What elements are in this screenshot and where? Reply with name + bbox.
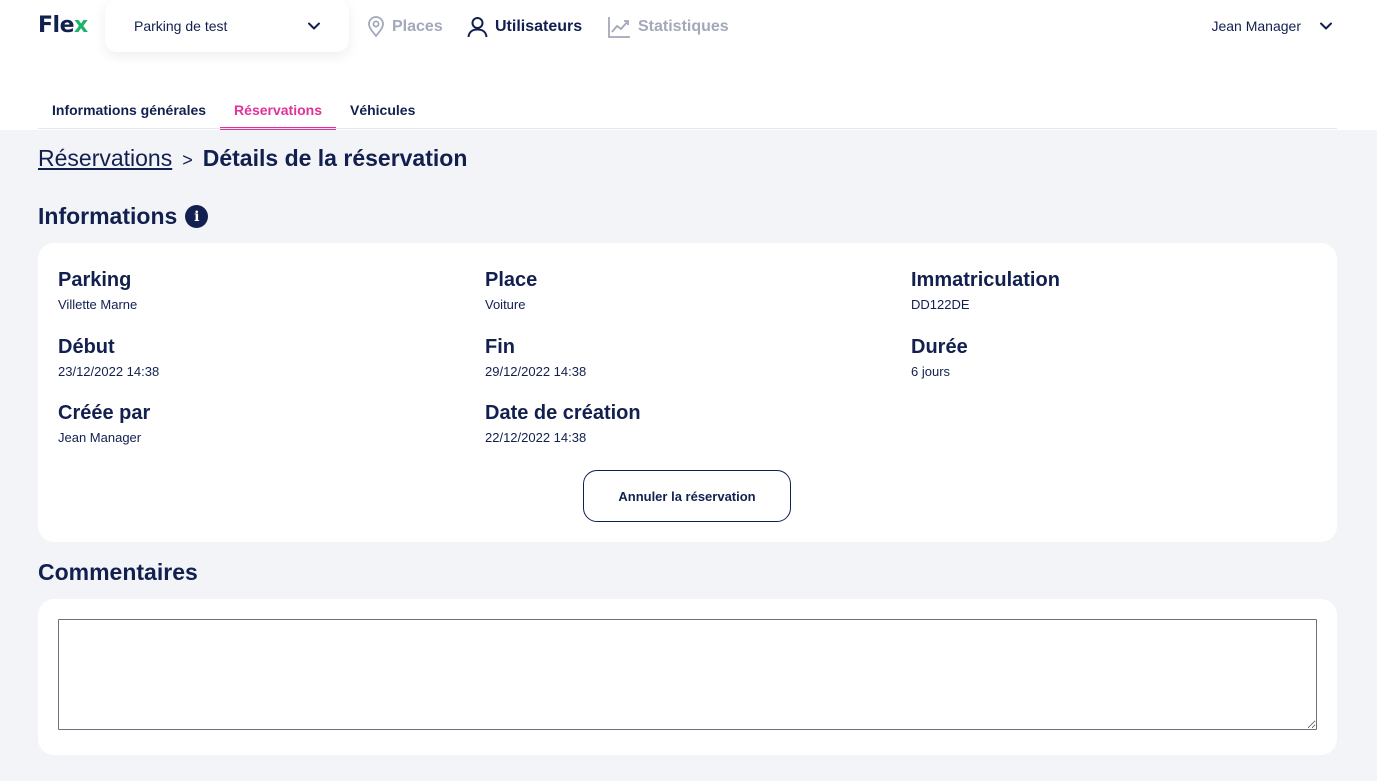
field-label: Date de création [485,402,641,424]
breadcrumb-link-reservations[interactable]: Réservations [38,145,172,172]
breadcrumb-separator: > [182,150,193,170]
section-tabs: Informations générales Réservations Véhi… [38,92,429,130]
location-pin-icon [368,16,384,38]
field-debut: Début 23/12/2022 14:38 [58,335,159,380]
top-bar: Flex Parking de test Places Utilisateurs… [0,0,1377,130]
field-label: Créée par [58,402,151,424]
commentaires-heading: Commentaires [38,559,198,586]
tab-reservations[interactable]: Réservations [220,92,336,130]
logo-accent: x [74,13,88,38]
field-value: DD122DE [911,297,970,312]
field-parking: Parking Villette Marne [58,268,137,313]
tab-vehicules[interactable]: Véhicules [336,92,429,130]
comment-textarea[interactable] [58,619,1317,730]
field-value: 23/12/2022 14:38 [58,364,160,379]
field-value: 29/12/2022 14:38 [485,364,587,379]
commentaires-card [38,599,1337,755]
field-label: Fin [485,336,515,358]
user-icon [467,17,488,38]
chevron-down-icon [1320,22,1332,30]
field-duree: Durée 6 jours [911,335,968,380]
nav-places[interactable]: Places [367,14,443,40]
nav-statistiques-label: Statistiques [638,18,729,35]
field-label: Parking [58,269,132,291]
breadcrumb: Réservations > Détails de la réservation [38,145,467,172]
field-value: 6 jours [911,364,951,379]
tabs-divider [38,128,1337,129]
field-fin: Fin 29/12/2022 14:38 [485,335,586,380]
informations-title: Informations [38,203,178,229]
parking-select-value: Parking de test [134,18,228,34]
nav-places-label: Places [392,18,443,35]
info-icon[interactable]: i [185,205,209,228]
field-value: 22/12/2022 14:38 [485,430,587,445]
chevron-down-icon [308,22,320,30]
field-immatriculation: Immatriculation DD122DE [911,268,1060,313]
cancel-reservation-button[interactable]: Annuler la réservation [583,470,791,522]
informations-card: Parking Villette Marne Place Voiture Imm… [38,243,1337,542]
field-value: Villette Marne [58,297,138,312]
commentaires-title: Commentaires [38,559,198,585]
field-place: Place Voiture [485,268,537,313]
chart-line-icon [608,17,630,38]
user-name: Jean Manager [1211,18,1301,34]
field-value: Voiture [485,297,526,312]
field-label: Début [58,336,115,358]
field-label: Durée [911,336,968,358]
user-menu[interactable]: Jean Manager [1211,14,1333,38]
field-value: Jean Manager [58,430,142,445]
nav-utilisateurs[interactable]: Utilisateurs [467,14,582,40]
field-label: Place [485,269,538,291]
field-date-creation: Date de création 22/12/2022 14:38 [485,401,641,446]
field-creee-par: Créée par Jean Manager [58,401,150,446]
informations-heading: Informations i [38,203,209,230]
logo-text: Fle [38,13,75,38]
page-title: Détails de la réservation [202,145,468,171]
field-label: Immatriculation [911,269,1060,291]
flex-logo[interactable]: Flex [38,13,88,38]
parking-select[interactable]: Parking de test [105,0,349,52]
tab-informations-generales[interactable]: Informations générales [38,92,220,130]
nav-statistiques[interactable]: Statistiques [607,14,729,40]
nav-utilisateurs-label: Utilisateurs [495,18,583,35]
